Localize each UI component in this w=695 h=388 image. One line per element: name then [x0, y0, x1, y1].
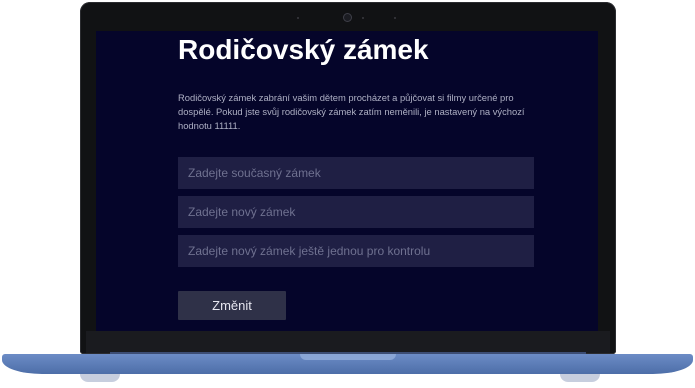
laptop-foot-left — [80, 374, 120, 382]
sensor-dot — [297, 17, 299, 19]
page-title: Rodičovský zámek — [178, 34, 429, 65]
lid-opening-notch — [300, 354, 396, 360]
camera-bar — [80, 2, 616, 30]
webcam-icon — [344, 14, 351, 21]
current-lock-input[interactable] — [178, 157, 534, 189]
laptop-foot-right — [560, 374, 600, 382]
sensor-dot — [394, 17, 396, 19]
bottom-bezel — [86, 331, 610, 353]
new-lock-input[interactable] — [178, 196, 534, 228]
change-button[interactable]: Změnit — [178, 291, 286, 320]
screen: Rodičovský zámek Rodičovský zámek zabrán… — [96, 31, 598, 331]
sensor-dot — [362, 17, 364, 19]
description-text: Rodičovský zámek zabrání vašim dětem pro… — [178, 92, 525, 131]
laptop-frame: Rodičovský zámek Rodičovský zámek zabrán… — [0, 0, 695, 388]
confirm-lock-input[interactable] — [178, 235, 534, 267]
